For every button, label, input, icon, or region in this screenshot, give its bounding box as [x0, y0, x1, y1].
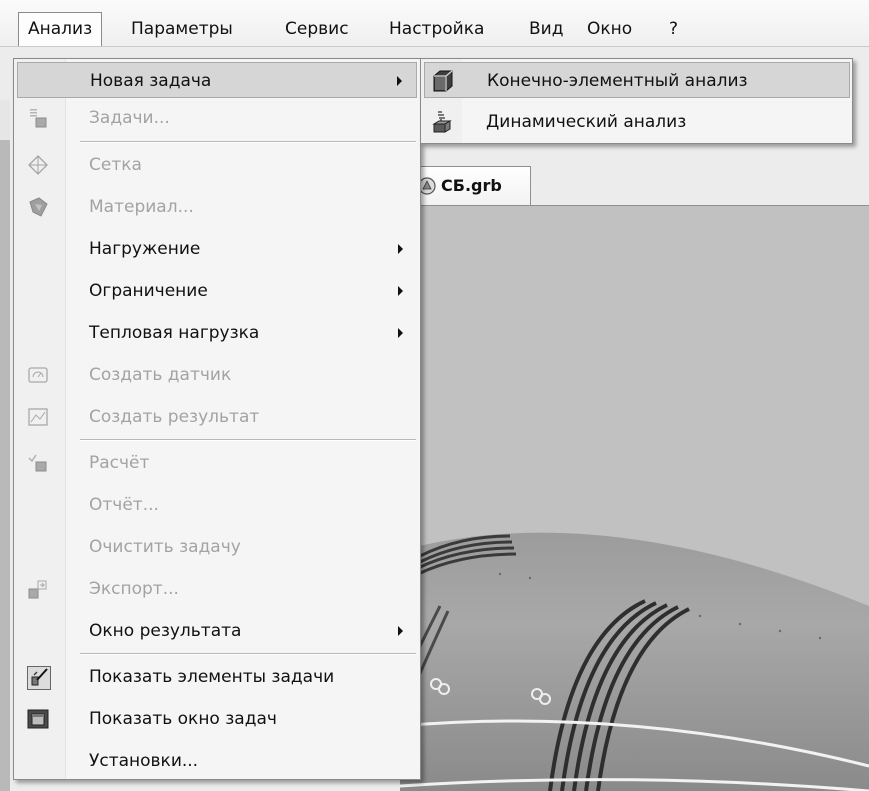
- menu-item-label: Создать датчик: [89, 365, 232, 385]
- mesh-icon: [28, 155, 48, 175]
- menu-item-tasks[interactable]: Задачи...: [17, 100, 417, 136]
- menu-item-label: Ограничение: [89, 281, 208, 301]
- menu-item-label: Создать результат: [89, 407, 260, 427]
- submenu-item-label: Динамический анализ: [486, 112, 687, 132]
- left-panel-edge: [0, 100, 10, 140]
- menu-view[interactable]: Вид: [520, 12, 572, 46]
- analysis-dropdown-menu: Новая задача Задачи... Сетка Материал...…: [13, 58, 421, 780]
- menu-item-label: Нагружение: [89, 239, 201, 259]
- 3d-viewport[interactable]: [400, 206, 869, 791]
- tasks-icon: [30, 109, 47, 128]
- menu-analysis[interactable]: Анализ: [18, 12, 103, 46]
- menu-parameters[interactable]: Параметры: [122, 12, 242, 46]
- menu-item-show-task-window[interactable]: Показать окно задач: [17, 701, 417, 737]
- menu-item-create-sensor[interactable]: Создать датчик: [17, 357, 417, 393]
- menu-separator: [80, 439, 416, 441]
- result-icon: [28, 408, 48, 426]
- menu-item-thermal-load[interactable]: Тепловая нагрузка: [17, 315, 417, 351]
- task-window-icon: [27, 709, 49, 729]
- menu-item-label: Установки...: [89, 751, 199, 771]
- menu-item-export[interactable]: Экспорт...: [17, 571, 417, 607]
- menu-item-constraint[interactable]: Ограничение: [17, 273, 417, 309]
- document-tab-label: СБ.grb: [441, 176, 502, 195]
- menu-item-loading[interactable]: Нагружение: [17, 231, 417, 267]
- menu-item-label: Очистить задачу: [89, 537, 241, 557]
- calculate-icon: [28, 454, 47, 472]
- menu-item-label: Расчёт: [89, 453, 150, 473]
- menu-item-label: Отчёт...: [89, 495, 159, 515]
- material-icon: [29, 197, 48, 217]
- menu-help[interactable]: ?: [660, 12, 687, 46]
- menu-item-label: Материал...: [89, 197, 194, 217]
- menu-item-settings[interactable]: Установки...: [17, 743, 417, 779]
- submenu-arrow-icon: [398, 626, 403, 636]
- document-tab[interactable]: СБ.grb: [408, 166, 531, 206]
- menu-item-new-task[interactable]: Новая задача: [17, 62, 417, 98]
- submenu-item-dynamic[interactable]: Динамический анализ: [424, 104, 850, 140]
- menu-item-create-result[interactable]: Создать результат: [17, 399, 417, 435]
- export-icon: [28, 580, 47, 599]
- menu-item-label: Окно результата: [89, 621, 242, 641]
- menu-item-label: Задачи...: [89, 108, 170, 128]
- submenu-arrow-icon: [398, 286, 403, 296]
- menu-settings[interactable]: Настройка: [380, 12, 493, 46]
- menu-item-label: Тепловая нагрузка: [89, 323, 260, 343]
- submenu-arrow-icon: [398, 244, 403, 254]
- model-render: [400, 206, 869, 791]
- menu-separator: [80, 653, 416, 655]
- menu-item-material[interactable]: Материал...: [17, 189, 417, 225]
- fea-cube-icon: [433, 70, 453, 92]
- menu-item-clear-task[interactable]: Очистить задачу: [17, 529, 417, 565]
- menu-item-label: Новая задача: [90, 71, 212, 91]
- dynamic-analysis-icon: [432, 111, 452, 133]
- menu-item-mesh[interactable]: Сетка: [17, 147, 417, 183]
- submenu-arrow-icon: [397, 76, 402, 86]
- menu-item-show-task-elements[interactable]: Показать элементы задачи: [17, 659, 417, 695]
- menu-item-result-window[interactable]: Окно результата: [17, 613, 417, 649]
- menu-item-label: Сетка: [89, 155, 142, 175]
- menu-item-label: Экспорт...: [89, 579, 179, 599]
- left-viewport-edge: [0, 140, 10, 791]
- new-task-submenu: Конечно-элементный анализ Динамический а…: [420, 58, 853, 144]
- menu-window[interactable]: Окно: [578, 12, 641, 46]
- submenu-arrow-icon: [398, 328, 403, 338]
- submenu-item-label: Конечно-элементный анализ: [487, 71, 748, 91]
- menu-bar: Анализ Параметры Сервис Настройка Вид Ок…: [0, 0, 869, 47]
- menu-item-calculate[interactable]: Расчёт: [17, 445, 417, 481]
- menu-item-report[interactable]: Отчёт...: [17, 487, 417, 523]
- menu-item-label: Показать элементы задачи: [89, 667, 335, 687]
- show-elements-icon: [27, 666, 51, 690]
- sensor-icon: [28, 367, 48, 383]
- menu-service[interactable]: Сервис: [276, 12, 358, 46]
- menu-separator: [80, 141, 416, 143]
- submenu-item-fea[interactable]: Конечно-элементный анализ: [424, 62, 850, 98]
- menu-item-label: Показать окно задач: [89, 709, 277, 729]
